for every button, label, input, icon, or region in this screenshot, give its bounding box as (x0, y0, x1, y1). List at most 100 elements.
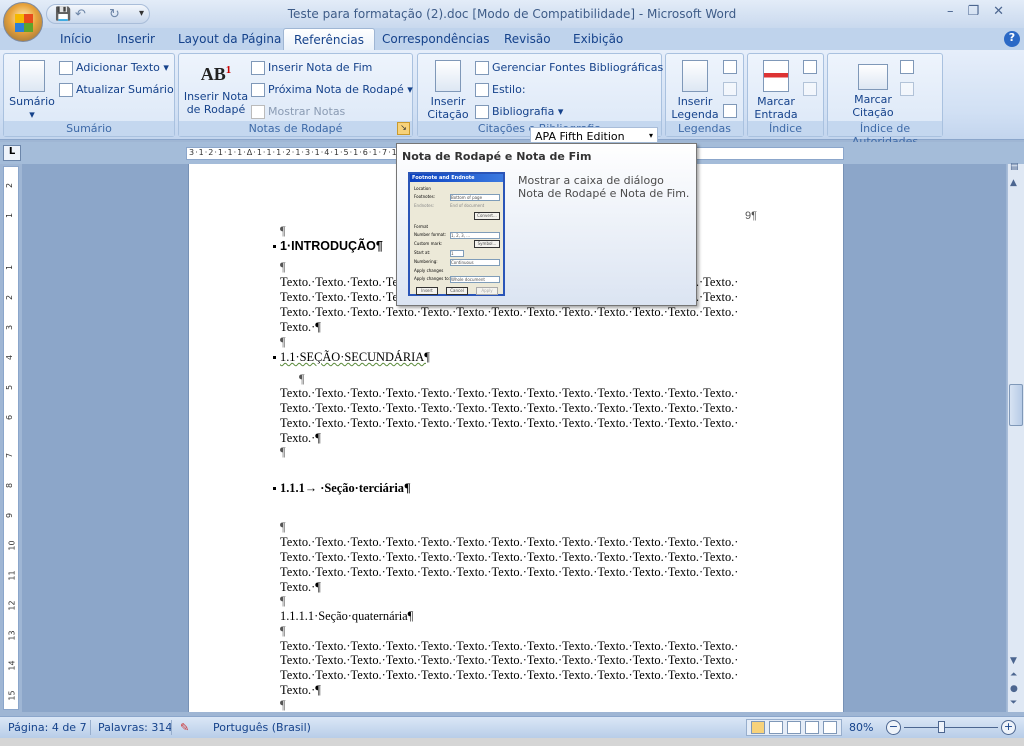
tooltip: Nota de Rodapé e Nota de Fim Footnote an… (396, 143, 697, 306)
add-text-button[interactable]: Adicionar Texto ▾ (59, 61, 169, 75)
zoom-track (904, 727, 998, 728)
heading-2[interactable]: 1.1·SEÇÃO·SECUNDÁRIA¶ (273, 350, 430, 365)
next-footnote-icon (251, 83, 265, 97)
insert-caption-button[interactable]: Inserir Legenda (669, 60, 721, 121)
update-table-icon[interactable] (723, 82, 737, 96)
preview-text: Numbering: (414, 259, 438, 264)
insert-authorities-icon[interactable] (900, 60, 914, 74)
scrollbar-thumb[interactable] (1009, 384, 1023, 426)
language[interactable]: Português (Brasil) (213, 721, 311, 734)
heading-text: 1.1·SEÇÃO·SECUNDÁRIA¶ (280, 350, 430, 364)
next-footnote-label: Próxima Nota de Rodapé ▾ (268, 83, 413, 96)
restore-button[interactable]: ❐ (967, 4, 993, 19)
web-layout-icon[interactable] (787, 721, 801, 734)
preview-button: Cancel (446, 287, 468, 295)
customize-qat-icon[interactable]: ▾ (139, 8, 144, 19)
insert-table-of-figures-icon[interactable] (723, 60, 737, 74)
zoom-slider[interactable]: − + (884, 719, 1018, 737)
ruler-tick: 8 (5, 482, 15, 489)
tab-exibicao[interactable]: Exibição (573, 32, 623, 46)
tab-revisao[interactable]: Revisão (504, 32, 551, 46)
update-index-icon[interactable] (803, 82, 817, 96)
previous-page-icon[interactable]: ⏶ (1010, 670, 1017, 680)
preview-button: Apply (476, 287, 498, 295)
group-autoridades: Marcar Citação Índice de Autoridades (827, 53, 943, 148)
draft-icon[interactable] (823, 721, 837, 734)
redo-icon[interactable]: ↻ (109, 7, 120, 22)
office-logo-icon (15, 14, 33, 32)
full-screen-reading-icon[interactable] (769, 721, 783, 734)
bibliography-label: Bibliografia ▾ (492, 105, 564, 118)
body-line: Texto.·Texto.·Texto.·Texto.·Texto.·Texto… (280, 305, 739, 319)
ribbon: Sumário ▾ Adicionar Texto ▾ Atualizar Sum… (0, 50, 1024, 148)
show-notes-button[interactable]: Mostrar Notas (251, 105, 345, 119)
tab-layout[interactable]: Layout da Página (178, 32, 281, 46)
insert-footnote-button[interactable]: AB1 Inserir Nota de Rodapé (182, 64, 250, 116)
divider (171, 720, 172, 735)
tab-correspondencias[interactable]: Correspondências (382, 32, 489, 46)
ruler-toggle-icon[interactable]: ▤ (1010, 162, 1019, 172)
outline-icon[interactable] (805, 721, 819, 734)
next-page-icon[interactable]: ⏷ (1010, 698, 1017, 708)
ruler-tick: 1 (5, 264, 15, 271)
help-icon[interactable]: ? (1004, 31, 1020, 47)
scroll-up-icon[interactable]: ▲ (1010, 178, 1017, 188)
minimize-button[interactable]: – (947, 4, 968, 19)
page-count[interactable]: Página: 4 de 7 (8, 721, 87, 734)
ruler-tick: 12 (7, 600, 17, 611)
endnote-icon (251, 61, 265, 75)
manage-sources-button[interactable]: Gerenciar Fontes Bibliográficas (475, 61, 663, 75)
mark-entry-button[interactable]: Marcar Entrada (751, 60, 801, 121)
preview-field: Bottom of page (450, 194, 500, 201)
empty-paragraph: ¶ (299, 372, 305, 386)
insert-endnote-button[interactable]: Inserir Nota de Fim (251, 61, 372, 75)
vertical-ruler[interactable]: 2 1 1 2 3 4 5 6 7 8 9 10 11 12 13 14 15 (3, 166, 19, 710)
tab-inserir[interactable]: Inserir (117, 32, 155, 46)
proofing-icon[interactable]: ✎ (180, 721, 189, 734)
insert-caption-label: Inserir Legenda (671, 95, 719, 121)
undo-icon[interactable]: ↶ (75, 7, 86, 22)
print-layout-icon[interactable] (751, 721, 765, 734)
tab-referencias[interactable]: Referências (283, 28, 375, 52)
style-label: Estilo: (492, 83, 526, 96)
next-footnote-button[interactable]: Próxima Nota de Rodapé ▾ (251, 83, 413, 97)
chevron-down-icon: ▾ (648, 131, 653, 140)
empty-paragraph: ¶ (280, 224, 286, 238)
scroll-down-icon[interactable]: ▼ (1010, 656, 1017, 666)
zoom-in-button[interactable]: + (1001, 720, 1016, 735)
mark-citation-button[interactable]: Marcar Citação (846, 64, 900, 119)
zoom-out-button[interactable]: − (886, 720, 901, 735)
heading-1[interactable]: 1·INTRODUÇÃO¶ (273, 239, 383, 253)
preview-field: 1, 2, 3, ... (450, 232, 500, 239)
preview-title: Footnote and Endnote (410, 174, 503, 182)
update-toc-button[interactable]: Atualizar Sumário (59, 83, 174, 97)
bibliography-button[interactable]: Bibliografia ▾ (475, 105, 563, 119)
sumario-button[interactable]: Sumário ▾ (8, 60, 56, 121)
cross-reference-icon[interactable] (723, 104, 737, 118)
group-legendas: Inserir Legenda Legendas (665, 53, 744, 137)
save-icon[interactable]: 💾 (55, 7, 71, 22)
heading-text: 1·INTRODUÇÃO¶ (280, 239, 383, 253)
vertical-scrollbar[interactable]: ▤ ▲ ▼ ⏶ ● ⏷ (1007, 162, 1024, 712)
bullet-marker (273, 245, 276, 248)
zoom-slider-thumb[interactable] (937, 721, 945, 733)
tab-inicio[interactable]: Início (60, 32, 92, 46)
heading-4[interactable]: 1.1.1.1·Seção·quaternária¶ (280, 609, 413, 624)
preview-text: Location (414, 186, 431, 191)
heading-3[interactable]: 1.1.1→ ·Seção·terciária¶ (273, 481, 411, 496)
office-button[interactable] (3, 2, 43, 42)
mark-entry-label: Marcar Entrada (754, 95, 798, 121)
dialog-launcher-icon[interactable]: ↘ (397, 122, 410, 135)
body-line: Texto.·¶ (280, 320, 321, 334)
page-number: 9¶ (745, 210, 758, 222)
close-button[interactable]: ✕ (993, 4, 1018, 19)
word-count[interactable]: Palavras: 314 (98, 721, 172, 734)
browse-object-icon[interactable]: ● (1010, 684, 1018, 694)
ruler-tick: 7 (5, 452, 15, 459)
insert-index-icon[interactable] (803, 60, 817, 74)
zoom-level[interactable]: 80% (849, 721, 873, 734)
tab-selector-button[interactable]: L (3, 145, 21, 161)
divider (90, 720, 91, 735)
update-authorities-icon[interactable] (900, 82, 914, 96)
preview-text: Custom mark: (414, 241, 443, 246)
